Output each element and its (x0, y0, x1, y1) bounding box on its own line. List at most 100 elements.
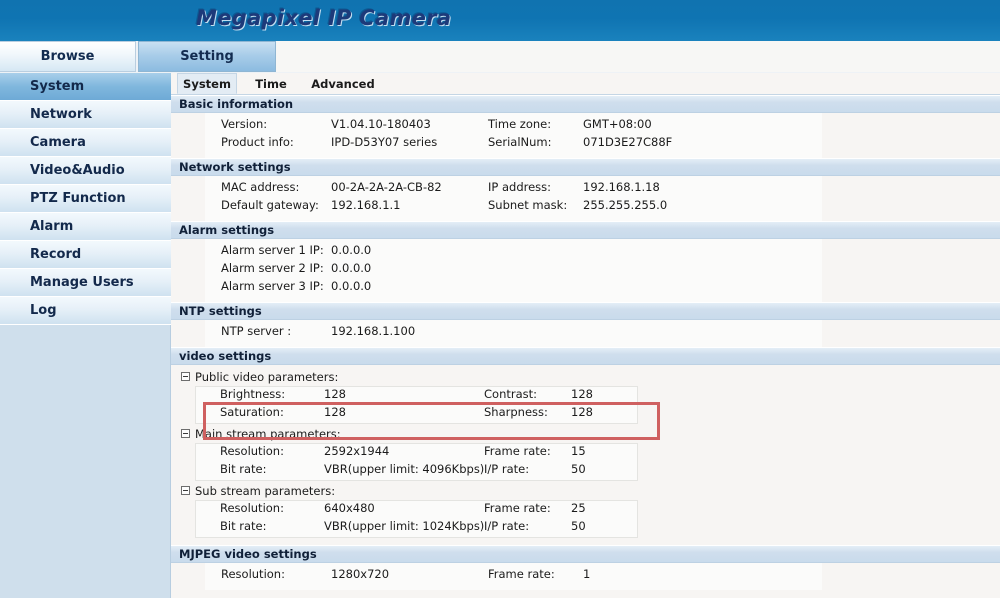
sub-frame-rate-label: Frame rate: (484, 501, 551, 515)
section-header-video-settings: video settings (171, 347, 1000, 365)
ntp-settings-fields: NTP server : 192.168.1.100 (205, 320, 822, 347)
tab-setting[interactable]: Setting (138, 41, 276, 72)
default-gateway-label: Default gateway: (221, 198, 319, 212)
sub-tab-label: System (183, 76, 231, 91)
sidebar-item-ptz-function[interactable]: PTZ Function (0, 185, 171, 213)
sidebar-item-alarm[interactable]: Alarm (0, 213, 171, 241)
camera-web-ui: Megapixel IP Camera Browse Setting Syste… (0, 0, 1000, 598)
sub-stream-parameters-fields: Resolution: 640x480 Frame rate: 25 Bit r… (195, 500, 638, 538)
mac-address-label: MAC address: (221, 180, 300, 194)
tab-setting-label: Setting (180, 49, 234, 64)
section-header-network-settings: Network settings (171, 158, 1000, 176)
mjpeg-resolution-value: 1280x720 (331, 567, 390, 581)
sub-tab-advanced[interactable]: Advanced (305, 73, 381, 94)
field-row-alarm-server-1: Alarm server 1 IP: 0.0.0.0 (205, 243, 822, 261)
contrast-label: Contrast: (484, 387, 538, 401)
sharpness-label: Sharpness: (484, 405, 548, 419)
sub-bit-rate-value: VBR(upper limit: 1024Kbps) (324, 519, 485, 533)
collapse-minus-icon[interactable] (181, 429, 190, 438)
group-public-video-parameters[interactable]: Public video parameters: (181, 367, 1000, 386)
section-header-ntp-settings: NTP settings (171, 302, 1000, 320)
sub-tab-label: Time (255, 76, 287, 91)
mjpeg-resolution-label: Resolution: (221, 567, 285, 581)
network-settings-fields: MAC address: 00-2A-2A-2A-CB-82 IP addres… (205, 176, 822, 221)
ip-address-label: IP address: (488, 180, 552, 194)
public-video-parameters-fields: Brightness: 128 Contrast: 128 Saturation… (195, 386, 638, 424)
sidebar-item-label: System (30, 79, 85, 94)
main-ip-rate-value: 50 (571, 462, 586, 476)
time-zone-value: GMT+08:00 (583, 117, 652, 131)
main-stream-parameters-fields: Resolution: 2592x1944 Frame rate: 15 Bit… (195, 443, 638, 481)
subnet-mask-value: 255.255.255.0 (583, 198, 668, 212)
sidebar-item-camera[interactable]: Camera (0, 129, 171, 157)
sidebar-item-log[interactable]: Log (0, 297, 171, 325)
version-value: V1.04.10-180403 (331, 117, 431, 131)
ntp-server-label: NTP server : (221, 324, 292, 338)
sidebar-item-label: Alarm (30, 219, 74, 234)
main-resolution-value: 2592x1944 (324, 444, 390, 458)
field-row-sub-bit-rate: Bit rate: VBR(upper limit: 1024Kbps) I/P… (196, 519, 637, 537)
brightness-value: 128 (324, 387, 346, 401)
serial-num-label: SerialNum: (488, 135, 552, 149)
sidebar-item-label: Network (30, 107, 92, 122)
group-sub-stream-parameters[interactable]: Sub stream parameters: (181, 481, 1000, 500)
collapse-minus-icon[interactable] (181, 486, 190, 495)
section-header-alarm-settings: Alarm settings (171, 221, 1000, 239)
sidebar-item-label: Record (30, 247, 82, 262)
sub-tab-system[interactable]: System (177, 73, 237, 94)
mjpeg-frame-rate-label: Frame rate: (488, 567, 555, 581)
sidebar: System Network Camera Video&Audio PTZ Fu… (0, 73, 171, 598)
sidebar-item-network[interactable]: Network (0, 101, 171, 129)
contrast-value: 128 (571, 387, 593, 401)
sidebar-item-video-audio[interactable]: Video&Audio (0, 157, 171, 185)
sub-tab-bar: System Time Advanced (171, 73, 1000, 95)
alarm-server-1-label: Alarm server 1 IP: (221, 243, 324, 257)
sharpness-value: 128 (571, 405, 593, 419)
version-label: Version: (221, 117, 268, 131)
main-content: System Time Advanced Basic information V… (171, 73, 1000, 598)
field-row-sub-resolution: Resolution: 640x480 Frame rate: 25 (196, 501, 637, 519)
sidebar-item-label: Video&Audio (30, 163, 125, 178)
time-zone-label: Time zone: (488, 117, 552, 131)
mjpeg-video-settings-fields: Resolution: 1280x720 Frame rate: 1 (205, 563, 822, 590)
sidebar-item-manage-users[interactable]: Manage Users (0, 269, 171, 297)
tab-browse[interactable]: Browse (0, 41, 136, 72)
product-info-label: Product info: (221, 135, 294, 149)
sub-resolution-value: 640x480 (324, 501, 375, 515)
field-row-mjpeg-resolution: Resolution: 1280x720 Frame rate: 1 (205, 567, 822, 585)
main-bit-rate-label: Bit rate: (220, 462, 267, 476)
top-tab-filler (276, 41, 1000, 72)
sidebar-item-label: Camera (30, 135, 86, 150)
section-body-video-settings: Public video parameters: Brightness: 128… (171, 365, 1000, 545)
section-body-ntp-settings: NTP server : 192.168.1.100 (171, 320, 1000, 347)
sub-bit-rate-label: Bit rate: (220, 519, 267, 533)
main-bit-rate-value: VBR(upper limit: 4096Kbps) (324, 462, 485, 476)
group-label: Main stream parameters: (195, 426, 341, 441)
field-row-ntp-server: NTP server : 192.168.1.100 (205, 324, 822, 342)
alarm-server-2-label: Alarm server 2 IP: (221, 261, 324, 275)
section-body-alarm-settings: Alarm server 1 IP: 0.0.0.0 Alarm server … (171, 239, 1000, 302)
sidebar-item-record[interactable]: Record (0, 241, 171, 269)
default-gateway-value: 192.168.1.1 (331, 198, 401, 212)
sidebar-item-label: Manage Users (30, 275, 134, 290)
main-frame-rate-value: 15 (571, 444, 586, 458)
group-main-stream-parameters[interactable]: Main stream parameters: (181, 424, 1000, 443)
section-body-basic-information: Version: V1.04.10-180403 Time zone: GMT+… (171, 113, 1000, 158)
brightness-label: Brightness: (220, 387, 286, 401)
collapse-minus-icon[interactable] (181, 372, 190, 381)
page-banner: Megapixel IP Camera (0, 0, 1000, 41)
main-ip-rate-label: I/P rate: (484, 462, 530, 476)
sub-tab-time[interactable]: Time (243, 73, 299, 94)
sub-ip-rate-label: I/P rate: (484, 519, 530, 533)
field-row-mac-address: MAC address: 00-2A-2A-2A-CB-82 IP addres… (205, 180, 822, 198)
tab-browse-label: Browse (40, 49, 95, 64)
section-body-mjpeg-video-settings: Resolution: 1280x720 Frame rate: 1 (171, 563, 1000, 590)
field-row-version: Version: V1.04.10-180403 Time zone: GMT+… (205, 117, 822, 135)
main-frame-rate-label: Frame rate: (484, 444, 551, 458)
page-title: Megapixel IP Camera (196, 6, 452, 30)
group-label: Public video parameters: (195, 369, 339, 384)
alarm-server-3-value: 0.0.0.0 (331, 279, 372, 293)
sidebar-item-system[interactable]: System (0, 73, 171, 101)
field-row-product-info: Product info: IPD-D53Y07 series SerialNu… (205, 135, 822, 153)
field-row-brightness: Brightness: 128 Contrast: 128 (196, 387, 637, 405)
